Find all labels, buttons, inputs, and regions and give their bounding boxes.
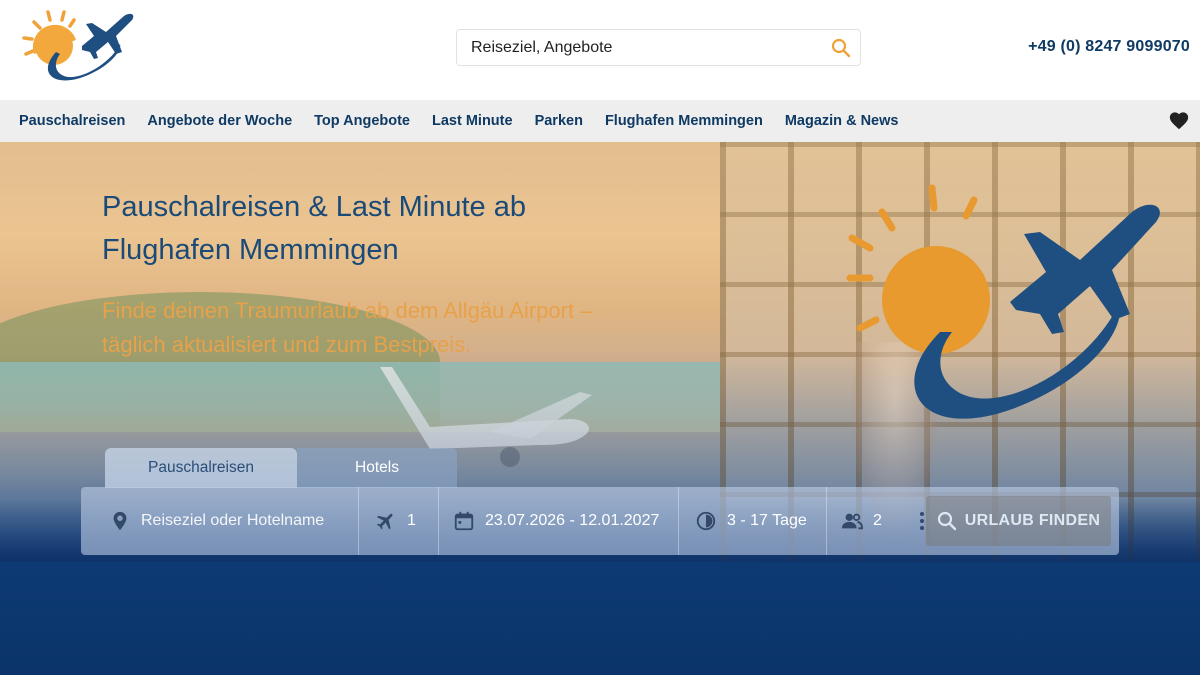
- departure-airport-field[interactable]: 1: [359, 487, 439, 555]
- nav-item-top-angebote[interactable]: Top Angebote: [314, 113, 410, 129]
- heart-icon[interactable]: [1168, 110, 1190, 132]
- booking-search-bar: 1 23.07.2026 - 12.01.2027 3 - 17 Tage 2 …: [81, 487, 1119, 555]
- tab-pauschalreisen[interactable]: Pauschalreisen: [105, 448, 297, 488]
- search-icon[interactable]: [822, 30, 860, 66]
- calendar-icon: [454, 511, 474, 531]
- nav-item-magazin-news[interactable]: Magazin & News: [785, 113, 899, 129]
- travelers-field[interactable]: 2: [827, 487, 907, 555]
- main-nav: Pauschalreisen Angebote der Woche Top An…: [0, 100, 1200, 142]
- hero-subtitle: Finde deinen Traumurlaub ab dem Allgäu A…: [102, 294, 682, 362]
- site-search-input[interactable]: [457, 30, 822, 65]
- booking-tabs: Pauschalreisen Hotels: [105, 448, 457, 488]
- airplane-icon: [376, 513, 393, 530]
- hero-subtitle-line-1: Finde deinen Traumurlaub ab dem Allgäu A…: [102, 298, 593, 323]
- find-vacation-button[interactable]: URLAUB FINDEN: [926, 496, 1111, 546]
- phone-number[interactable]: +49 (0) 8247 9099070: [1028, 38, 1190, 56]
- people-icon: [841, 513, 863, 530]
- duration-field[interactable]: 3 - 17 Tage: [679, 487, 827, 555]
- nav-item-angebote-der-woche[interactable]: Angebote der Woche: [147, 113, 292, 129]
- content-section-background: [0, 562, 1200, 675]
- travelers-count: 2: [873, 512, 882, 529]
- location-pin-icon: [113, 511, 127, 531]
- logo[interactable]: [20, 6, 140, 92]
- hero-title: Pauschalreisen & Last Minute ab Flughafe…: [102, 186, 622, 272]
- tab-hotels[interactable]: Hotels: [297, 448, 457, 488]
- duration-value: 3 - 17 Tage: [727, 512, 807, 529]
- hero-title-line-2: Flughafen Memmingen: [102, 234, 399, 266]
- clock-icon: [696, 511, 716, 531]
- hero-title-line-1: Pauschalreisen & Last Minute ab: [102, 191, 526, 223]
- find-vacation-label: URLAUB FINDEN: [964, 512, 1101, 529]
- site-header: +49 (0) 8247 9099070: [0, 0, 1200, 100]
- destination-field[interactable]: [81, 487, 359, 555]
- search-icon: [937, 511, 956, 531]
- travel-dates-value: 23.07.2026 - 12.01.2027: [485, 512, 660, 529]
- nav-item-flughafen-memmingen[interactable]: Flughafen Memmingen: [605, 113, 763, 129]
- travel-dates-field[interactable]: 23.07.2026 - 12.01.2027: [439, 487, 679, 555]
- destination-input[interactable]: [141, 512, 341, 530]
- nav-item-pauschalreisen[interactable]: Pauschalreisen: [19, 113, 125, 129]
- nav-item-parken[interactable]: Parken: [535, 113, 583, 129]
- site-search: [456, 29, 861, 66]
- hero-subtitle-line-2: täglich aktualisiert und zum Bestpreis.: [102, 332, 472, 357]
- airport-count: 1: [407, 512, 416, 529]
- hero-logo-icon: [846, 184, 1160, 419]
- nav-item-last-minute[interactable]: Last Minute: [432, 113, 513, 129]
- hero-banner: Pauschalreisen & Last Minute ab Flughafe…: [0, 142, 1200, 562]
